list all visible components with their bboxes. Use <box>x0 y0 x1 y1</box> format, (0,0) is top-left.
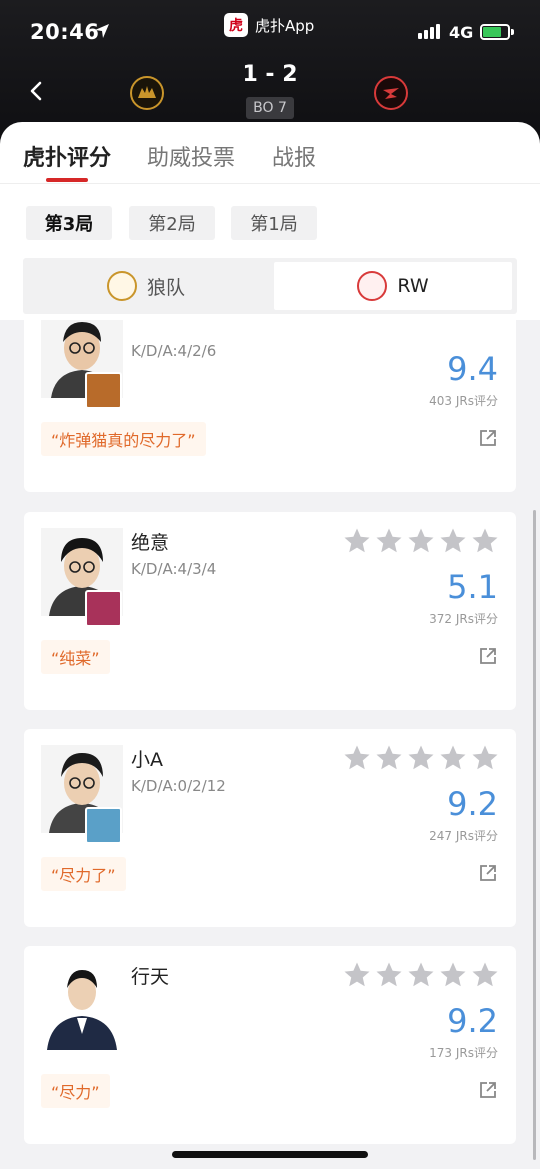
tab-indicator <box>46 178 88 182</box>
game-selector: 第3局 第2局 第1局 狼队 RW <box>0 184 540 320</box>
match-score: 1 - 2 <box>242 62 298 87</box>
star-icon[interactable] <box>374 526 404 556</box>
player-card: 绝意 K/D/A:4/3/4 5.1 372 JRs评分 “纯菜” <box>24 512 516 710</box>
game-2-button[interactable]: 第2局 <box>129 206 215 240</box>
share-icon[interactable] <box>478 1080 498 1100</box>
star-icon[interactable] <box>438 743 468 773</box>
hero-icon <box>85 590 122 627</box>
rating-count: 403 JRs评分 <box>429 394 498 408</box>
top-comment[interactable]: “尽力了” <box>41 857 126 891</box>
app-name: 虎扑App <box>255 16 315 35</box>
star-icon[interactable] <box>374 960 404 990</box>
star-rating-input[interactable] <box>342 526 500 556</box>
player-card: 行天 9.2 173 JRs评分 “尽力” <box>24 946 516 1144</box>
player-kda: K/D/A:4/2/6 <box>131 342 217 360</box>
star-rating-input[interactable] <box>342 743 500 773</box>
star-icon[interactable] <box>342 743 372 773</box>
game-3-button[interactable]: 第3局 <box>26 206 112 240</box>
cellular-signal-icon <box>418 24 440 39</box>
back-arrow-icon[interactable] <box>26 80 48 102</box>
player-kda: K/D/A:4/3/4 <box>131 560 217 578</box>
home-indicator[interactable] <box>172 1151 368 1158</box>
share-icon[interactable] <box>478 646 498 666</box>
player-rating: 9.4 <box>447 350 498 388</box>
hero-icon <box>85 807 122 844</box>
player-rating: 5.1 <box>447 568 498 606</box>
tab-cheer-vote[interactable]: 助威投票 <box>147 140 235 172</box>
team-toggle: 狼队 RW <box>23 258 517 314</box>
star-icon[interactable] <box>438 526 468 556</box>
player-avatar[interactable] <box>41 962 123 1050</box>
player-rating-list[interactable]: K/D/A:4/2/6 9.4 403 JRs评分 “炸弹猫真的尽力了” 绝意 … <box>0 320 540 1169</box>
player-rating: 9.2 <box>447 1002 498 1040</box>
rating-tabs: 虎扑评分 助威投票 战报 <box>0 122 540 184</box>
status-bar: 20:46 虎 虎扑App 4G <box>0 0 540 64</box>
location-arrow-icon <box>95 24 109 38</box>
game-1-button[interactable]: 第1局 <box>231 206 317 240</box>
hero-icon <box>85 372 122 409</box>
wolves-logo-icon <box>106 271 137 301</box>
network-type: 4G <box>449 23 474 42</box>
top-comment[interactable]: “炸弹猫真的尽力了” <box>41 422 206 456</box>
player-name: 绝意 <box>131 532 170 554</box>
rating-count: 173 JRs评分 <box>429 1046 498 1060</box>
team-option-wolves[interactable]: 狼队 <box>27 262 265 310</box>
star-icon[interactable] <box>406 960 436 990</box>
star-icon[interactable] <box>406 743 436 773</box>
app-indicator[interactable]: 虎 虎扑App <box>224 12 314 38</box>
team-option-label: RW <box>397 275 429 297</box>
tab-hupu-rating[interactable]: 虎扑评分 <box>23 140 111 172</box>
tab-report[interactable]: 战报 <box>272 140 316 172</box>
battery-icon <box>480 24 510 40</box>
star-icon[interactable] <box>342 960 372 990</box>
scrollbar[interactable] <box>533 510 536 1160</box>
player-name: 小A <box>131 749 163 771</box>
star-icon[interactable] <box>470 526 500 556</box>
rating-count: 372 JRs评分 <box>429 612 498 626</box>
star-icon[interactable] <box>342 526 372 556</box>
best-of-badge: BO 7 <box>246 97 294 119</box>
team-option-rw[interactable]: RW <box>274 262 512 310</box>
rw-logo-icon[interactable] <box>374 76 408 110</box>
team-option-label: 狼队 <box>146 276 185 299</box>
star-icon[interactable] <box>438 960 468 990</box>
rw-logo-icon <box>357 271 388 301</box>
share-icon[interactable] <box>478 428 498 448</box>
star-icon[interactable] <box>470 743 500 773</box>
player-card: K/D/A:4/2/6 9.4 403 JRs评分 “炸弹猫真的尽力了” <box>24 320 516 492</box>
star-icon[interactable] <box>406 526 436 556</box>
player-card: 小A K/D/A:0/2/12 9.2 247 JRs评分 “尽力了” <box>24 729 516 927</box>
player-name: 行天 <box>131 966 170 988</box>
wolves-logo-icon[interactable] <box>130 76 164 110</box>
player-kda: K/D/A:0/2/12 <box>131 777 226 795</box>
rating-count: 247 JRs评分 <box>429 829 498 843</box>
status-time: 20:46 <box>30 20 100 44</box>
star-icon[interactable] <box>374 743 404 773</box>
top-comment[interactable]: “尽力” <box>41 1074 110 1108</box>
star-rating-input[interactable] <box>342 960 500 990</box>
top-comment[interactable]: “纯菜” <box>41 640 110 674</box>
share-icon[interactable] <box>478 863 498 883</box>
hupu-logo-icon: 虎 <box>224 13 248 37</box>
star-icon[interactable] <box>470 960 500 990</box>
player-rating: 9.2 <box>447 785 498 823</box>
